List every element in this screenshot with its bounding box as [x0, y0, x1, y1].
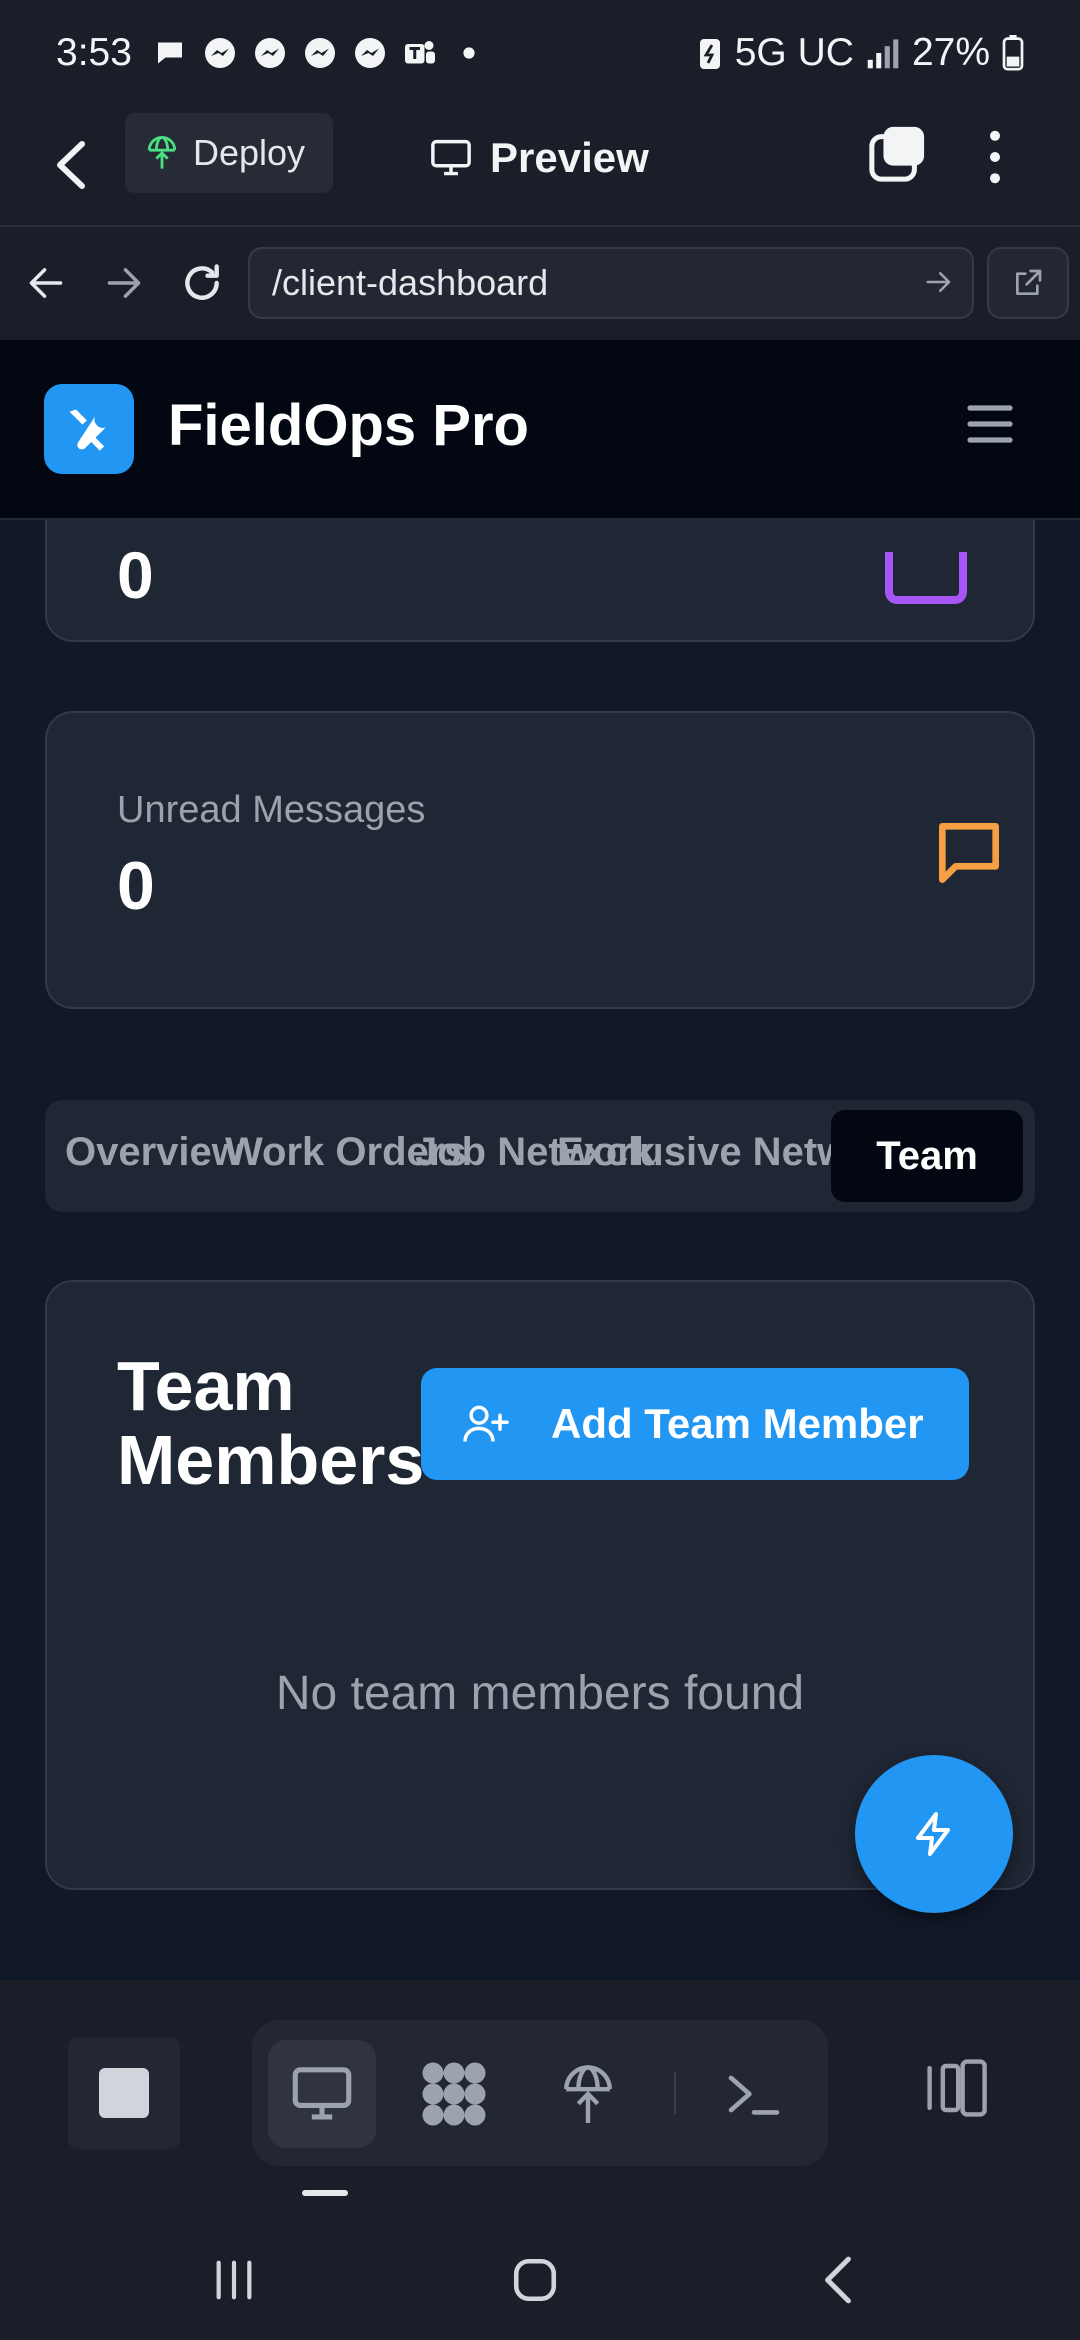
preview-view-button[interactable] — [268, 2040, 376, 2148]
brand-name: FieldOps Pro — [168, 393, 529, 458]
deploy-view-button[interactable] — [534, 2040, 642, 2148]
active-indicator — [302, 2190, 348, 2196]
split-panel-icon — [927, 2059, 987, 2117]
stop-button[interactable] — [68, 2037, 180, 2149]
external-link-icon — [1016, 269, 1042, 295]
teams-icon — [404, 40, 435, 63]
preview-label: Preview — [490, 134, 649, 181]
status-time: 3:53 — [56, 30, 132, 74]
browser-url-bar: /client-dashboard — [0, 225, 1080, 340]
chevron-left-icon — [57, 141, 85, 189]
dock-separator — [674, 2072, 676, 2114]
status-bar: 3:53 5G UC 27% — [0, 0, 1080, 105]
monitor-icon — [431, 139, 471, 176]
battery-saver-icon — [699, 38, 720, 69]
battery-icon — [1002, 34, 1024, 71]
message-icon — [939, 823, 999, 883]
chevron-left-icon — [825, 2256, 851, 2304]
hamburger-menu-icon — [967, 405, 1013, 443]
deploy-icon — [564, 2065, 612, 2123]
stacked-windows-icon — [869, 126, 925, 182]
monitor-icon — [292, 2067, 352, 2120]
stop-icon — [99, 2068, 149, 2118]
url-input[interactable]: /client-dashboard — [248, 247, 974, 319]
more-vertical-icon — [989, 130, 1001, 184]
messenger-icon — [304, 37, 335, 68]
system-back-button[interactable] — [798, 2250, 878, 2310]
messenger-icon — [204, 37, 235, 68]
workspace-view-button[interactable] — [400, 2040, 508, 2148]
recent-apps-icon — [216, 2260, 252, 2300]
grid-blob-icon — [422, 2062, 486, 2126]
team-title: Team Members — [117, 1347, 425, 1499]
add-team-member-button[interactable]: Add Team Member — [421, 1368, 969, 1480]
tab-overview[interactable]: Overview — [65, 1130, 243, 1175]
more-options-button[interactable] — [980, 125, 1010, 189]
add-team-member-label: Add Team Member — [551, 1400, 924, 1447]
more-notifications-dot-icon — [463, 46, 475, 59]
arrow-right-icon — [107, 268, 141, 298]
stat-value: 0 — [117, 538, 154, 612]
battery-percent: 27% — [911, 30, 990, 74]
app-bar: Deploy Preview — [0, 105, 1080, 225]
stat-label: Unread Messages — [117, 789, 426, 831]
tools-icon — [69, 409, 106, 451]
home-button[interactable] — [495, 2250, 575, 2310]
logo[interactable] — [44, 384, 134, 474]
tool-dock — [0, 1980, 1080, 2210]
tab-team[interactable]: Team — [831, 1110, 1023, 1202]
quick-action-fab[interactable] — [855, 1755, 1013, 1913]
user-plus-icon — [463, 1405, 509, 1442]
reload-button[interactable] — [176, 257, 228, 309]
deploy-label: Deploy — [193, 132, 306, 173]
browser-forward-button[interactable] — [98, 257, 150, 309]
back-button[interactable] — [56, 133, 104, 197]
network-type: 5G UC — [734, 30, 854, 74]
calendar-icon — [885, 552, 967, 604]
terminal-view-button[interactable] — [700, 2040, 808, 2148]
deploy-icon — [147, 135, 177, 169]
preview-tab[interactable]: Preview — [430, 123, 649, 193]
home-icon — [513, 2258, 557, 2302]
site-header: FieldOps Pro — [0, 340, 1080, 520]
terminal-icon — [728, 2075, 780, 2115]
menu-button[interactable] — [966, 402, 1014, 446]
url-text: /client-dashboard — [272, 262, 549, 303]
arrow-left-icon — [29, 268, 63, 298]
dashboard-tabs: Overview Work Orders Job Network Exclusi… — [45, 1100, 1035, 1212]
recent-apps-button[interactable] — [194, 2250, 274, 2310]
messenger-icon — [354, 37, 385, 68]
view-switcher — [252, 2020, 828, 2166]
stat-card-scheduled: 0 — [45, 520, 1035, 642]
stat-value: 0 — [117, 848, 155, 924]
window-switch-button[interactable] — [868, 125, 926, 183]
stat-card-unread-messages: Unread Messages 0 — [45, 711, 1035, 1009]
chat-bubble-icon — [157, 42, 182, 63]
messenger-icon — [254, 37, 285, 68]
go-arrow-icon[interactable] — [924, 267, 954, 297]
lightning-icon — [916, 1812, 950, 1856]
open-external-button[interactable] — [987, 247, 1069, 319]
empty-state-message: No team members found — [275, 1667, 805, 1720]
system-navigation-bar — [0, 2210, 1080, 2340]
deploy-button[interactable]: Deploy — [125, 113, 333, 193]
layout-toggle-button[interactable] — [920, 2048, 992, 2128]
browser-back-button[interactable] — [20, 257, 72, 309]
reload-icon — [185, 264, 219, 300]
signal-icon — [867, 38, 899, 68]
